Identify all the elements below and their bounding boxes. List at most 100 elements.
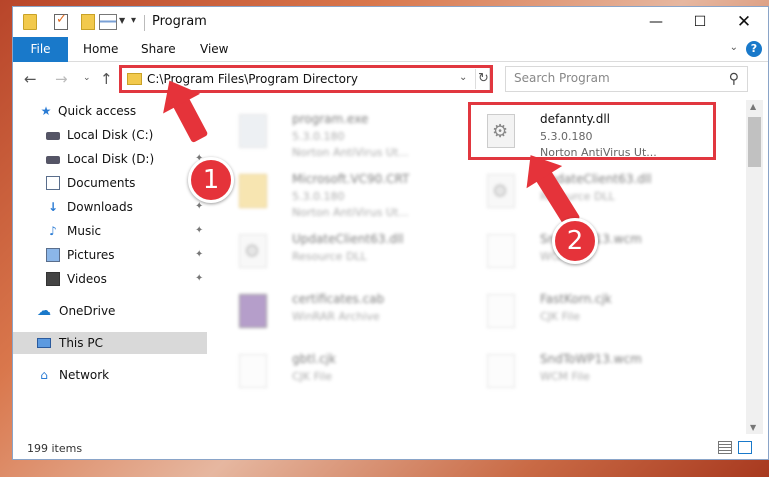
status-bar: 199 items (13, 437, 768, 459)
sidebar-item-downloads[interactable]: ↓ Downloads ✦ (13, 196, 207, 218)
sidebar-item-label: Local Disk (D:) (67, 152, 155, 166)
file-item[interactable]: program.exe 5.3.0.180 Norton AntiVirus U… (213, 106, 463, 166)
file-icon (487, 234, 515, 268)
sidebar-item-label: This PC (59, 336, 103, 350)
vertical-scrollbar[interactable]: ▲ ▼ (746, 100, 763, 434)
step-badge-2: 2 (552, 218, 598, 264)
tab-home[interactable]: Home (83, 37, 118, 62)
file-item[interactable]: Microsoft.VC90.CRT 5.3.0.180 Norton Anti… (213, 166, 463, 226)
pictures-icon (46, 248, 60, 262)
maximize-button[interactable]: ☐ (678, 7, 722, 37)
sidebar-item-onedrive[interactable]: ☁ OneDrive (13, 300, 207, 322)
dll-file-icon: ⚙ (239, 234, 267, 268)
file-item[interactable]: FastKorn.cjk CJK File (461, 286, 711, 346)
drive-icon (46, 132, 60, 140)
folder-icon (23, 14, 37, 30)
file-version: CJK File (540, 310, 581, 323)
file-name: Microsoft.VC90.CRT (292, 172, 410, 186)
tiles-view-button[interactable] (738, 441, 752, 454)
sidebar-item-local-disk-c[interactable]: Local Disk (C:) ✦ (13, 124, 207, 146)
view-options-icon[interactable] (99, 14, 117, 30)
file-name: program.exe (292, 112, 369, 126)
sidebar-item-label: Network (59, 368, 110, 382)
new-folder-icon[interactable] (81, 14, 95, 30)
sidebar-item-label: Music (67, 224, 102, 238)
file-description: Norton AntiVirus Ut... (292, 206, 409, 219)
sidebar-item-label: OneDrive (59, 304, 116, 318)
details-view-button[interactable] (718, 441, 732, 454)
file-description: Norton AntiVirus Ut... (292, 146, 409, 159)
sidebar-item-network[interactable]: ⌂ Network (13, 364, 207, 386)
dll-file-icon: ⚙ (487, 174, 515, 208)
navigation-bar: ← → ⌄ ↑ C:\Program Files\Program Directo… (13, 63, 768, 95)
tab-file[interactable]: File (13, 37, 68, 62)
chevron-down-icon[interactable]: ▼ (119, 16, 125, 25)
file-highlight (468, 102, 716, 160)
archive-icon (239, 294, 267, 328)
download-icon: ↓ (47, 200, 59, 214)
divider (144, 15, 145, 31)
file-item[interactable]: certificates.cab WinRAR Archive (213, 286, 463, 346)
file-icon (487, 294, 515, 328)
file-item[interactable]: ⚙ UpdateClient63.dll Resource DLL (213, 226, 463, 286)
properties-check-icon[interactable] (54, 12, 68, 30)
step-badge-1: 1 (188, 157, 234, 203)
scrollbar-thumb[interactable] (748, 117, 761, 167)
sidebar-item-label: Videos (67, 272, 107, 286)
search-input[interactable] (514, 71, 714, 85)
forward-button[interactable]: → (55, 70, 68, 88)
pin-icon[interactable]: ✦ (195, 220, 203, 242)
file-version: WinRAR Archive (292, 310, 380, 323)
file-name: FastKorn.cjk (540, 292, 612, 306)
file-version: Resource DLL (292, 250, 367, 263)
file-name: SndToWP13.wcm (540, 352, 642, 366)
file-version: CJK File (292, 370, 333, 383)
close-button[interactable]: ✕ (722, 7, 766, 37)
sidebar-item-pictures[interactable]: Pictures ✦ (13, 244, 207, 266)
scroll-down-icon[interactable]: ▼ (750, 423, 756, 432)
file-version: WCM File (540, 370, 590, 383)
item-count: 199 items (27, 442, 83, 455)
music-icon: ♪ (49, 224, 57, 238)
document-icon (46, 176, 60, 190)
recent-locations-button[interactable]: ⌄ (83, 73, 91, 83)
sidebar-item-label: Local Disk (C:) (67, 128, 154, 142)
file-icon (239, 354, 267, 388)
tab-share[interactable]: Share (141, 37, 176, 62)
up-button[interactable]: ↑ (100, 70, 113, 88)
search-box[interactable]: ⚲ (505, 66, 748, 92)
help-icon[interactable]: ? (746, 41, 762, 57)
sidebar-item-local-disk-d[interactable]: Local Disk (D:) ✦ (13, 148, 207, 170)
executable-icon (239, 114, 267, 148)
sidebar-item-videos[interactable]: Videos ✦ (13, 268, 207, 290)
pin-icon[interactable]: ✦ (195, 268, 203, 290)
back-button[interactable]: ← (24, 70, 37, 88)
sidebar-item-this-pc[interactable]: This PC (13, 332, 207, 354)
file-item[interactable]: SndToWP13.wcm WCM File (461, 346, 711, 406)
tab-view[interactable]: View (200, 37, 228, 62)
explorer-window: ▼ ▾ Program — ☐ ✕ File Home Share View ⌄… (12, 6, 769, 460)
file-version: 5.3.0.180 (292, 130, 345, 143)
search-icon[interactable]: ⚲ (729, 71, 739, 87)
customize-toolbar-icon[interactable]: ▾ (131, 15, 136, 26)
scroll-up-icon[interactable]: ▲ (750, 102, 756, 111)
pin-icon[interactable]: ✦ (195, 244, 203, 266)
file-name: certificates.cab (292, 292, 385, 306)
file-name: UpdateClient63.dll (292, 232, 404, 246)
file-icon (487, 354, 515, 388)
computer-icon (37, 338, 51, 348)
ribbon-tabs: File Home Share View ⌄ ? (13, 37, 768, 62)
file-item[interactable]: ⚙ UpdateClient63.dll Resource DLL (461, 166, 711, 226)
folder-icon (239, 174, 267, 208)
sidebar-item-documents[interactable]: Documents ✦ (13, 172, 207, 194)
sidebar-item-label: Quick access (58, 104, 137, 118)
sidebar-item-music[interactable]: ♪ Music ✦ (13, 220, 207, 242)
file-version: 5.3.0.180 (292, 190, 345, 203)
file-name: gbtl.cjk (292, 352, 336, 366)
sidebar-item-label: Pictures (67, 248, 115, 262)
minimize-button[interactable]: — (634, 7, 678, 37)
file-item[interactable]: gbtl.cjk CJK File (213, 346, 463, 406)
window-title: Program (152, 14, 207, 29)
expand-ribbon-icon[interactable]: ⌄ (730, 42, 738, 53)
sidebar-item-label: Documents (67, 176, 136, 190)
